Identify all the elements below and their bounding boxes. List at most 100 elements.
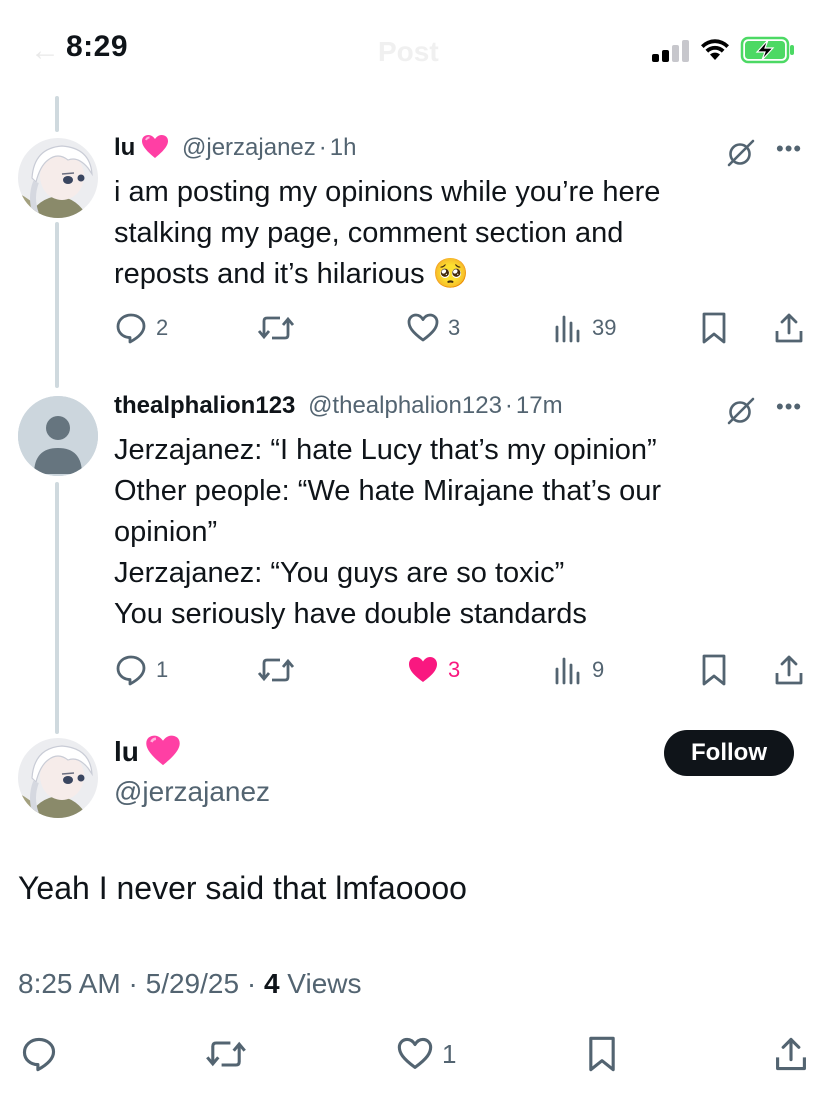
share-icon — [776, 1037, 806, 1071]
avatar[interactable] — [18, 138, 98, 218]
status-bar: ← Post 8:29 — [0, 0, 828, 100]
reply-count: 2 — [156, 315, 169, 340]
post-meta: 8:25 AM · 5/29/25 · 4 Views — [18, 968, 361, 1000]
heart-outline-icon — [397, 1037, 433, 1069]
post-text-line: i am posting my opinions while you’re he… — [114, 176, 661, 208]
bookmark-icon — [702, 654, 726, 686]
like-button[interactable]: 3 — [406, 310, 460, 346]
display-name[interactable]: lu — [114, 134, 135, 161]
back-arrow-icon[interactable]: ← — [30, 34, 60, 68]
repost-icon — [257, 658, 295, 682]
share-button[interactable] — [774, 1034, 808, 1074]
status-time: 8:29 — [66, 30, 129, 63]
bookmark-button[interactable] — [586, 1034, 618, 1074]
separator-dot: · — [318, 134, 327, 161]
anime-character-avatar-icon — [18, 738, 98, 818]
post-text-line: stalking my page, comment section and — [114, 217, 624, 249]
analytics-icon — [555, 315, 580, 343]
views-label[interactable]: Views — [287, 968, 361, 999]
repost-icon — [257, 316, 295, 340]
like-button[interactable]: 1 — [396, 1034, 456, 1074]
separator-dot: · — [128, 968, 138, 999]
separator-dot: · — [246, 968, 257, 999]
post-text-line: Jerzajanez: “You guys are so toxic” — [114, 557, 565, 589]
like-button[interactable]: 3 — [406, 652, 460, 688]
views-button[interactable]: 9 — [554, 652, 604, 688]
post-date: 5/29/25 — [145, 968, 240, 999]
user-handle[interactable]: @thealphalion123 — [308, 392, 502, 419]
views-count: 4 — [263, 968, 280, 999]
anime-character-avatar-icon — [18, 138, 98, 218]
reply-button[interactable]: 2 — [114, 310, 168, 346]
more-options-icon[interactable]: ••• — [776, 394, 802, 420]
separator-dot: · — [504, 392, 513, 419]
cellular-signal-icon — [652, 40, 692, 62]
battery-charging-icon — [740, 36, 794, 64]
post-text: Jerzajanez: “I hate Lucy that’s my opini… — [114, 430, 804, 635]
analytics-icon — [555, 657, 580, 685]
repost-button[interactable] — [256, 310, 304, 346]
main-display-name[interactable]: lu — [114, 734, 181, 768]
reply-button[interactable] — [20, 1034, 66, 1074]
follow-button[interactable]: Follow — [664, 730, 794, 776]
share-icon — [775, 313, 803, 343]
post-header: lu @jerzajanez · 1h ••• — [114, 134, 814, 170]
post-text-line: Other people: “We hate Mirajane that’s o… — [114, 475, 662, 507]
heart-outline-icon — [407, 313, 439, 342]
grok-icon[interactable] — [726, 138, 756, 168]
share-button[interactable] — [774, 310, 804, 346]
post-text-line: Jerzajanez: “I hate Lucy that’s my opini… — [114, 434, 657, 466]
main-post-actions: 1 — [0, 1034, 828, 1074]
display-name: lu — [114, 736, 139, 767]
bookmark-button[interactable] — [700, 652, 728, 688]
like-count: 3 — [448, 657, 461, 682]
avatar[interactable] — [18, 396, 98, 476]
views-count: 9 — [592, 657, 605, 682]
grok-icon[interactable] — [726, 396, 756, 426]
pink-heart-icon — [146, 735, 180, 766]
post-time[interactable]: 17m — [516, 392, 563, 419]
post-actions: 2 3 39 — [114, 310, 814, 346]
post-text-line: reposts and it’s hilarious 🥺 — [114, 258, 469, 290]
more-options-icon[interactable]: ••• — [776, 136, 802, 162]
pink-heart-icon — [142, 135, 169, 158]
share-button[interactable] — [774, 652, 804, 688]
user-handle[interactable]: @jerzajanez — [182, 134, 316, 161]
thread-connector — [55, 222, 59, 388]
repost-button[interactable] — [204, 1034, 256, 1074]
wifi-icon — [701, 39, 729, 60]
bookmark-icon — [702, 312, 726, 344]
bookmark-icon — [589, 1036, 615, 1072]
main-post-text: Yeah I never said that lmfaoooo — [18, 870, 467, 906]
share-icon — [775, 655, 803, 685]
post-text-line: You seriously have double standards — [114, 598, 587, 630]
main-user-handle[interactable]: @jerzajanez — [114, 776, 270, 808]
thread-connector — [55, 96, 59, 132]
views-button[interactable]: 39 — [554, 310, 616, 346]
repost-icon — [206, 1041, 246, 1067]
post-time: 8:25 AM — [18, 968, 121, 999]
display-name[interactable]: thealphalion123 — [114, 392, 295, 419]
repost-button[interactable] — [256, 652, 304, 688]
reply-icon — [22, 1037, 56, 1072]
reply-post[interactable]: lu @jerzajanez · 1h ••• i am posting my op… — [114, 134, 814, 344]
like-count: 1 — [442, 1038, 457, 1069]
bookmark-button[interactable] — [700, 310, 728, 346]
reply-icon — [116, 655, 146, 686]
avatar[interactable] — [18, 738, 98, 818]
thread-connector — [55, 482, 59, 734]
post-actions: 1 3 9 — [114, 652, 814, 688]
post-text: i am posting my opinions while you’re he… — [114, 172, 804, 295]
header-title: Post — [378, 36, 439, 67]
post-text-line: opinion” — [114, 516, 218, 548]
reply-icon — [116, 313, 146, 344]
like-count: 3 — [448, 315, 461, 340]
default-profile-icon — [18, 396, 98, 476]
post-time[interactable]: 1h — [330, 134, 357, 161]
post-header: thealphalion123 @thealphalion123 · 17m ••• — [114, 392, 814, 428]
reply-button[interactable]: 1 — [114, 652, 168, 688]
reply-count: 1 — [156, 657, 169, 682]
reply-post[interactable]: thealphalion123 @thealphalion123 · 17m •••… — [114, 392, 814, 692]
views-count: 39 — [592, 315, 617, 340]
heart-filled-icon — [409, 657, 437, 682]
